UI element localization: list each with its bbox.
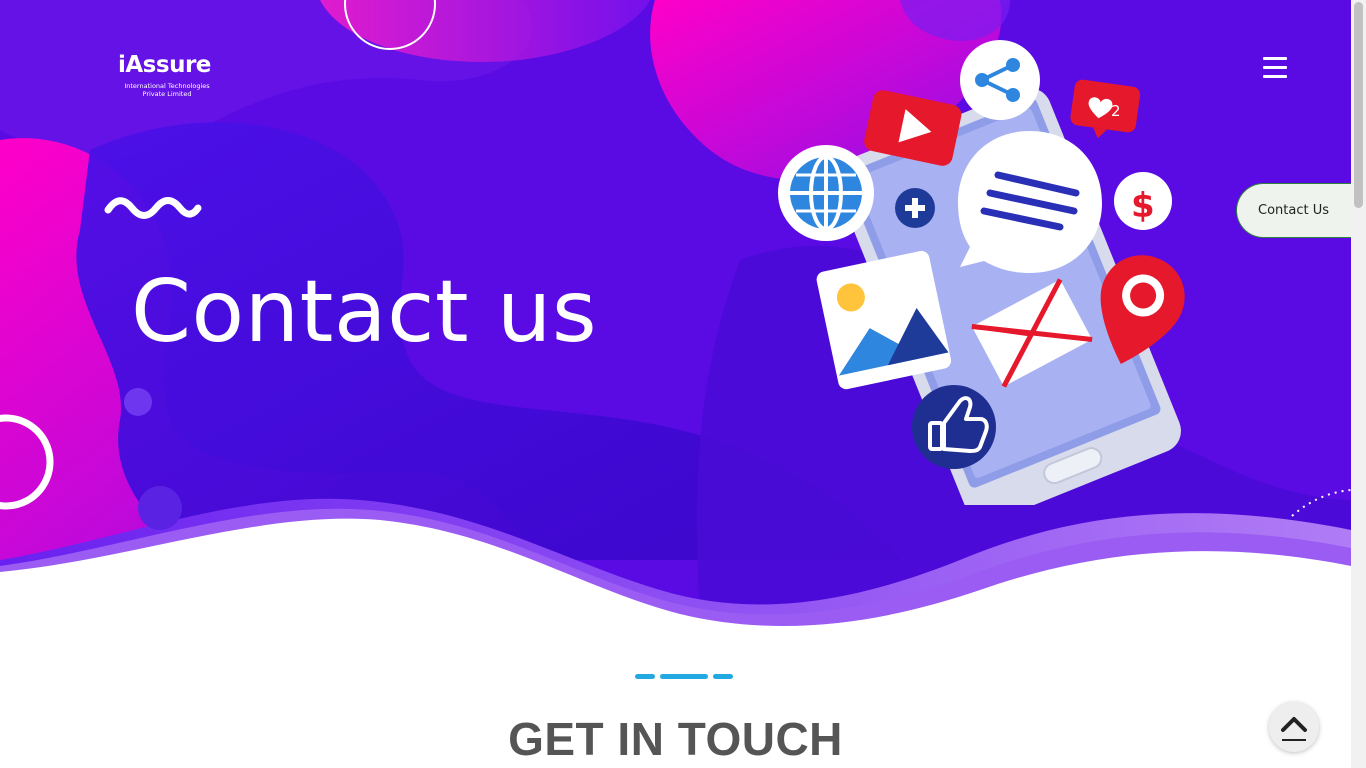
logo-wordmark: iAssure bbox=[118, 52, 211, 78]
share-icon bbox=[960, 40, 1040, 120]
chat-bubble-icon bbox=[958, 131, 1102, 273]
page-scrollbar[interactable] bbox=[1351, 0, 1366, 768]
like-count: 2 bbox=[1111, 102, 1121, 120]
globe-icon bbox=[778, 145, 874, 241]
contact-us-side-button[interactable]: Contact Us bbox=[1236, 183, 1354, 238]
scroll-to-top-button[interactable] bbox=[1269, 702, 1319, 752]
logo-subtitle: International Technologies Private Limit… bbox=[124, 82, 210, 98]
image-icon bbox=[816, 250, 952, 390]
company-logo[interactable]: iAssure International Technologies Priva… bbox=[118, 46, 218, 102]
social-phone-illustration: 2 $ bbox=[778, 40, 1185, 505]
section-title: GET IN TOUCH bbox=[508, 713, 843, 765]
scrollbar-thumb[interactable] bbox=[1354, 2, 1363, 208]
plus-icon bbox=[895, 188, 935, 228]
hamburger-menu-icon[interactable] bbox=[1262, 57, 1290, 85]
svg-text:$: $ bbox=[1131, 186, 1155, 226]
dollar-icon: $ bbox=[1114, 172, 1172, 230]
thumbs-up-icon bbox=[912, 385, 996, 469]
chevron-up-icon bbox=[1281, 717, 1307, 741]
heart-notification-icon bbox=[1070, 79, 1141, 139]
page-title: Contact us bbox=[131, 262, 598, 362]
hero-banner: 2 $ iAssure International Technologies P… bbox=[0, 0, 1351, 640]
